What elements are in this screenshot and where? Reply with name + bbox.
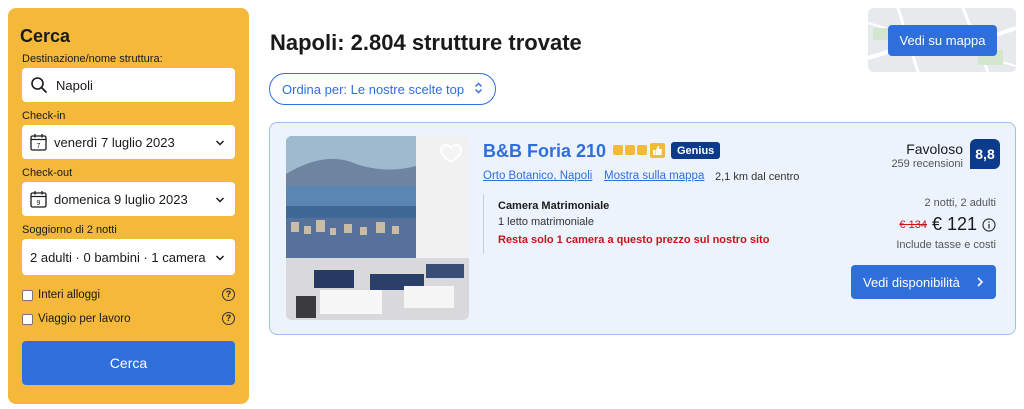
filter-whole-homes[interactable]: Interi alloggi ? [22, 287, 235, 303]
price-row: € 134 € 121 [899, 214, 996, 235]
updown-icon [474, 82, 483, 97]
see-availability-button[interactable]: Vedi disponibilità [851, 265, 996, 299]
checkin-label: Check-in [22, 110, 66, 122]
destination-input[interactable]: Napoli [22, 68, 235, 102]
district-link[interactable]: Orto Botanico, Napoli [483, 170, 592, 182]
sort-button[interactable]: Ordina per: Le nostre scelte top [269, 73, 496, 105]
room-info: Camera Matrimoniale 1 letto matrimoniale… [483, 194, 823, 254]
svg-text:9: 9 [37, 200, 41, 207]
review-count: 259 recensioni [891, 158, 963, 170]
show-on-map-link[interactable]: Mostra sulla mappa [604, 170, 704, 182]
score-badge[interactable]: 8,8 [970, 139, 1000, 169]
filter-business-trip[interactable]: Viaggio per lavoro ? [22, 311, 235, 327]
checkout-value: domenica 9 luglio 2023 [54, 191, 188, 207]
chevron-down-icon [215, 136, 225, 151]
info-icon[interactable]: ? [222, 288, 235, 301]
calendar-icon: 7 [30, 133, 47, 151]
taxes-note: Include tasse e costi [896, 239, 996, 251]
sort-label: Ordina per: Le nostre scelte top [282, 81, 465, 97]
checkout-label: Check-out [22, 167, 73, 179]
room-name: Camera Matrimoniale [498, 200, 610, 212]
info-icon[interactable]: ? [222, 312, 235, 325]
chevron-down-icon [215, 251, 225, 266]
calendar-icon: 9 [30, 190, 47, 208]
whole-homes-checkbox[interactable] [22, 289, 33, 301]
sidebar-title: Cerca [20, 26, 71, 46]
bed-type: 1 letto matrimoniale [498, 216, 594, 228]
destination-value: Napoli [56, 77, 93, 93]
stay-length-label: Soggiorno di 2 notti [22, 224, 117, 236]
current-price: € 121 [931, 214, 977, 234]
chevron-down-icon [215, 193, 225, 208]
scarcity-message: Resta solo 1 camera a questo prezzo sul … [498, 234, 770, 246]
rating-word: Favoloso [906, 141, 963, 157]
property-name-link[interactable]: B&B Foria 210 [483, 141, 606, 162]
whole-homes-label: Interi alloggi [38, 289, 101, 301]
checkin-value: venerdì 7 luglio 2023 [54, 134, 175, 150]
business-trip-label: Viaggio per lavoro [38, 313, 131, 325]
info-icon[interactable] [982, 217, 996, 232]
property-card: B&B Foria 210 Genius Orto Botanico, Napo… [269, 122, 1016, 335]
star-icon [613, 145, 623, 155]
old-price: € 134 [899, 218, 927, 231]
thumbs-up-icon [650, 143, 665, 158]
guests-value: 2 adulti · 0 bambini · 1 camera [30, 249, 206, 265]
checkin-select[interactable]: 7 venerdì 7 luglio 2023 [22, 125, 235, 159]
star-icon [625, 145, 635, 155]
star-icon [637, 145, 647, 155]
destination-label: Destinazione/nome struttura: [22, 53, 163, 65]
business-trip-checkbox[interactable] [22, 313, 33, 325]
svg-text:7: 7 [37, 143, 41, 150]
availability-label: Vedi disponibilità [863, 274, 960, 290]
search-button[interactable]: Cerca [22, 341, 235, 385]
heart-icon[interactable] [440, 144, 462, 169]
view-on-map-button[interactable]: Vedi su mappa [888, 25, 997, 56]
search-sidebar: Cerca Destinazione/nome struttura: Napol… [8, 8, 249, 404]
guests-select[interactable]: 2 adulti · 0 bambini · 1 camera [22, 239, 235, 275]
genius-badge: Genius [671, 142, 721, 159]
stay-summary: 2 notti, 2 adulti [924, 197, 996, 209]
star-rating [613, 145, 647, 155]
search-icon [30, 76, 48, 94]
checkout-select[interactable]: 9 domenica 9 luglio 2023 [22, 182, 235, 216]
page-title: Napoli: 2.804 strutture trovate [270, 30, 582, 55]
chevron-right-icon [976, 276, 984, 291]
distance-text: 2,1 km dal centro [715, 171, 800, 183]
